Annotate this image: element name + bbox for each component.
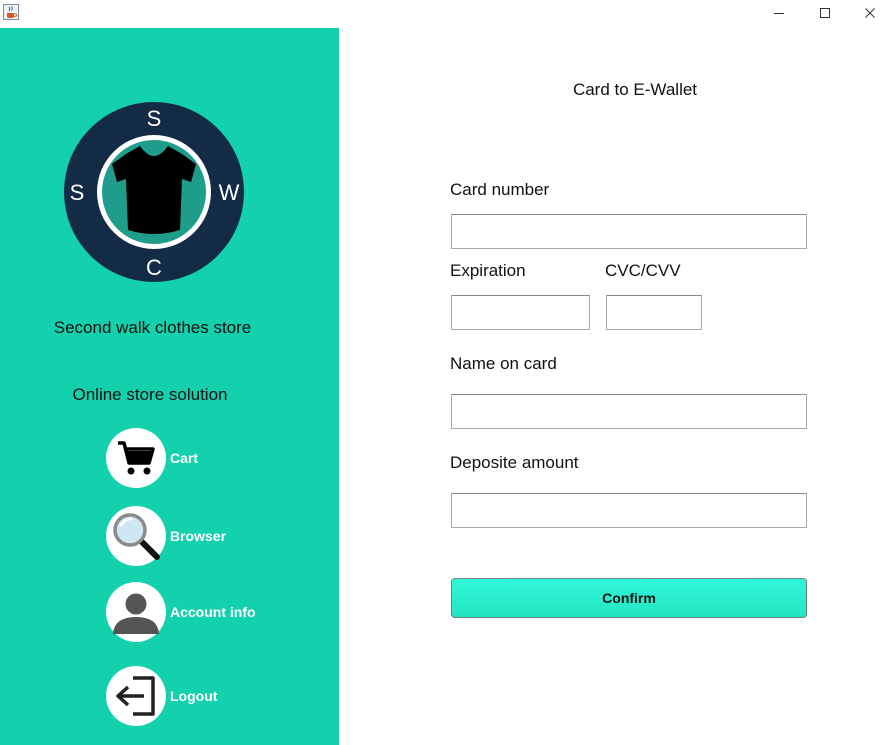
cvc-label: CVC/CVV xyxy=(605,261,681,280)
nav-account-label[interactable]: Account info xyxy=(170,604,256,620)
store-name: Second walk clothes store xyxy=(53,318,252,337)
logo-letter-left: S xyxy=(70,180,85,205)
close-icon xyxy=(865,8,875,18)
nav-browser[interactable]: Browser xyxy=(106,506,306,566)
nav-logout-label[interactable]: Logout xyxy=(170,688,217,704)
logo-letter-bottom: C xyxy=(146,255,162,280)
minimize-button[interactable] xyxy=(756,0,802,26)
page-title: Card to E-Wallet xyxy=(572,80,698,99)
expiration-input[interactable] xyxy=(451,295,590,330)
deposit-amount-label: Deposite amount xyxy=(450,453,579,472)
nav-logout-circle[interactable] xyxy=(106,666,166,726)
nav-browser-circle[interactable] xyxy=(106,506,166,566)
minimize-icon xyxy=(774,13,784,14)
name-on-card-input[interactable] xyxy=(451,394,807,429)
nav-logout[interactable]: Logout xyxy=(106,666,306,726)
magnifier-icon xyxy=(113,513,160,560)
close-button[interactable] xyxy=(847,0,893,26)
deposit-amount-input[interactable] xyxy=(451,493,807,528)
maximize-button[interactable] xyxy=(802,0,848,26)
name-on-card-label: Name on card xyxy=(450,354,557,373)
java-coffee-icon xyxy=(3,4,19,20)
card-number-label: Card number xyxy=(450,180,550,199)
user-icon xyxy=(113,593,159,634)
cart-icon xyxy=(118,441,155,475)
nav-account-info[interactable]: Account info xyxy=(106,582,306,642)
store-tagline: Online store solution xyxy=(72,385,228,404)
store-logo: S S W C xyxy=(64,102,244,282)
expiration-label: Expiration xyxy=(450,261,526,280)
nav-cart[interactable]: Cart xyxy=(106,428,306,488)
nav-cart-label[interactable]: Cart xyxy=(170,450,198,466)
logo-letter-right: W xyxy=(219,180,240,205)
cvc-input[interactable] xyxy=(606,295,702,330)
logo-letter-top: S xyxy=(147,106,162,131)
nav-account-circle[interactable] xyxy=(106,582,166,642)
card-number-input[interactable] xyxy=(451,214,807,249)
confirm-button[interactable]: Confirm xyxy=(451,578,807,618)
nav-cart-circle[interactable] xyxy=(106,428,166,488)
logout-icon xyxy=(116,676,155,716)
window-titlebar xyxy=(0,0,893,28)
nav-browser-label[interactable]: Browser xyxy=(170,528,226,544)
maximize-icon xyxy=(820,8,830,18)
